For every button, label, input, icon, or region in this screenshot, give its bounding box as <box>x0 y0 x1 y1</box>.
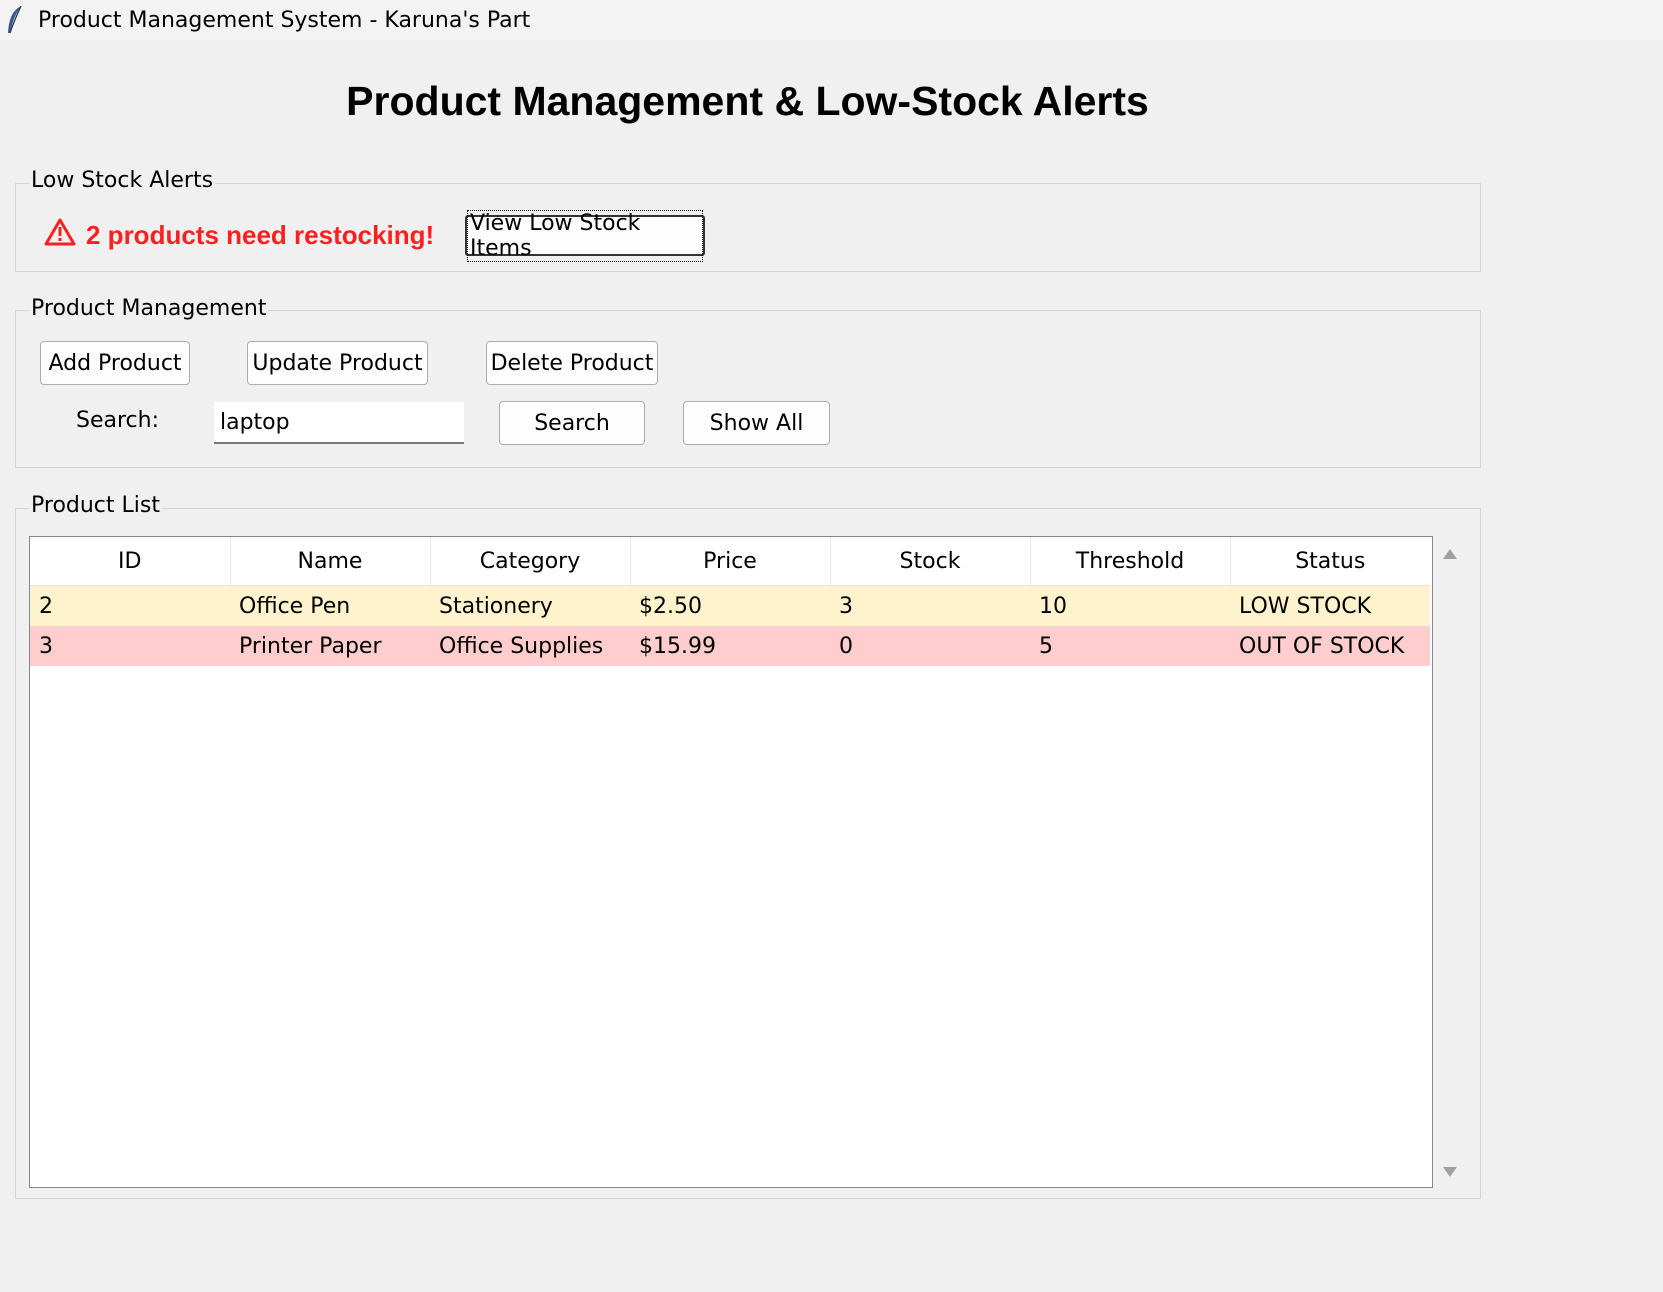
low-stock-alert-message: 2 products need restocking! <box>86 220 435 250</box>
cell-category: Office Supplies <box>430 626 630 666</box>
cell-category: Stationery <box>430 585 630 626</box>
cell-stock: 0 <box>830 626 1030 666</box>
scroll-down-arrow-icon[interactable] <box>1441 1164 1459 1178</box>
search-label: Search: <box>76 408 159 433</box>
view-low-stock-items-button[interactable]: View Low Stock Items <box>465 209 705 262</box>
cell-name: Printer Paper <box>230 626 430 666</box>
column-header-status[interactable]: Status <box>1230 537 1430 586</box>
low-stock-alert-message-row: 2 products need restocking! <box>44 218 434 253</box>
warning-icon <box>44 218 86 253</box>
cell-threshold: 5 <box>1030 626 1230 666</box>
cell-price: $15.99 <box>630 626 830 666</box>
add-product-button[interactable]: Add Product <box>40 341 190 385</box>
cell-id: 3 <box>30 626 230 666</box>
cell-status: OUT OF STOCK <box>1230 626 1430 666</box>
table-header-row: ID Name Category Price Stock Threshold S… <box>30 537 1430 586</box>
cell-id: 2 <box>30 585 230 626</box>
search-button[interactable]: Search <box>499 401 645 445</box>
update-product-button[interactable]: Update Product <box>247 341 428 385</box>
column-header-name[interactable]: Name <box>230 537 431 586</box>
feather-icon <box>4 5 26 35</box>
column-header-price[interactable]: Price <box>630 537 831 586</box>
table-row[interactable]: 2 Office Pen Stationery $2.50 3 10 LOW S… <box>30 585 1430 626</box>
table-row[interactable]: 3 Printer Paper Office Supplies $15.99 0… <box>30 626 1430 666</box>
column-header-id[interactable]: ID <box>30 537 231 586</box>
window-title: Product Management System - Karuna's Par… <box>38 7 531 33</box>
search-input[interactable] <box>214 402 464 444</box>
cell-name: Office Pen <box>230 585 430 626</box>
cell-status: LOW STOCK <box>1230 585 1430 626</box>
product-table[interactable]: ID Name Category Price Stock Threshold S… <box>29 536 1433 1188</box>
show-all-button[interactable]: Show All <box>683 401 830 445</box>
view-low-stock-items-label: View Low Stock Items <box>467 209 703 262</box>
cell-price: $2.50 <box>630 585 830 626</box>
product-management-label: Product Management <box>29 295 269 323</box>
product-list-label: Product List <box>29 492 162 520</box>
cell-threshold: 10 <box>1030 585 1230 626</box>
column-header-stock[interactable]: Stock <box>830 537 1031 586</box>
low-stock-alerts-label: Low Stock Alerts <box>29 167 216 195</box>
column-header-threshold[interactable]: Threshold <box>1030 537 1231 586</box>
window-titlebar: Product Management System - Karuna's Par… <box>0 0 1663 40</box>
column-header-category[interactable]: Category <box>430 537 631 586</box>
delete-product-button[interactable]: Delete Product <box>486 341 658 385</box>
page-title: Product Management & Low-Stock Alerts <box>346 78 1149 124</box>
scroll-up-arrow-icon[interactable] <box>1441 546 1459 560</box>
cell-stock: 3 <box>830 585 1030 626</box>
